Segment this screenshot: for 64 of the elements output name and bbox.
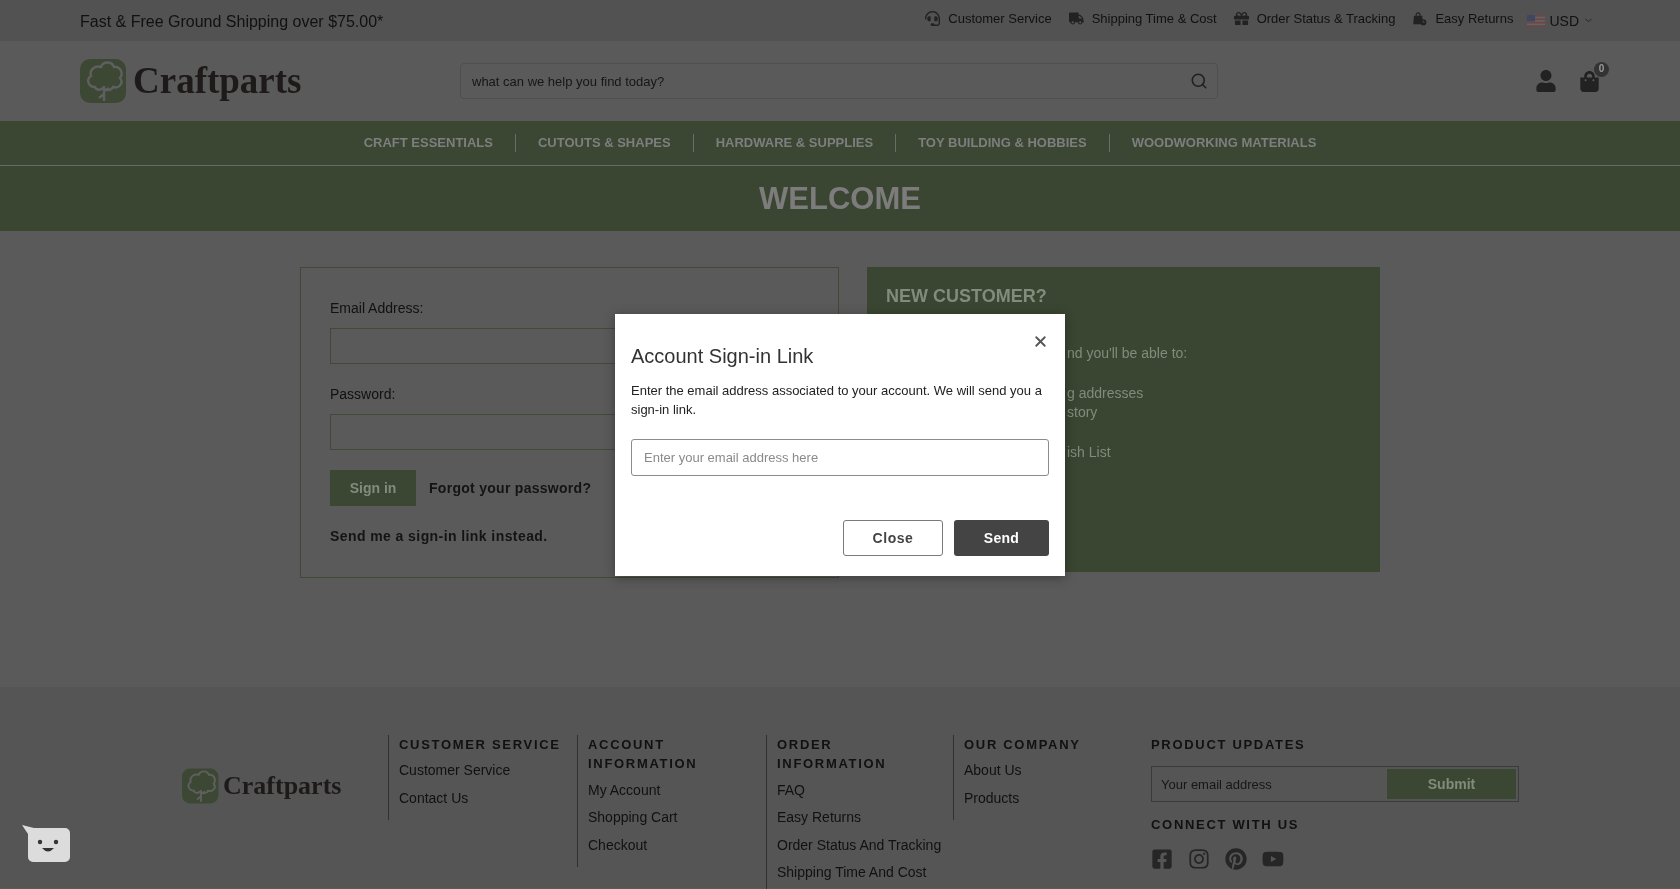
cart-count-badge: 0 bbox=[1594, 61, 1609, 77]
search-input[interactable]: what can we help you find today? bbox=[460, 63, 1218, 99]
field-label: Password: bbox=[330, 385, 396, 404]
logo-text[interactable]: Craftparts bbox=[133, 59, 302, 103]
promo-text: Fast & Free Ground Shipping over $75.00* bbox=[80, 11, 384, 32]
sign-in-link[interactable]: Send me a sign-in link instead. bbox=[330, 526, 548, 546]
top-link[interactable]: Easy Returns bbox=[1412, 10, 1514, 27]
top-link[interactable]: Customer Service bbox=[925, 10, 1052, 27]
footer-heading: OUR COMPANY bbox=[964, 736, 1082, 754]
tree-logo-icon bbox=[182, 767, 220, 805]
dialog-button[interactable]: Send bbox=[954, 520, 1049, 556]
dialog-text: Enter the email address associated to your account. We will send you a sign-in link. bbox=[631, 382, 1043, 419]
footer-heading: ORDER INFORMATION bbox=[777, 736, 888, 774]
footer-heading: PRODUCT UPDATES bbox=[1151, 736, 1306, 754]
nav-link[interactable]: HARDWARE & SUPPLIES bbox=[693, 135, 896, 151]
facebook-icon[interactable] bbox=[1151, 847, 1173, 870]
currency-selector[interactable]: USD bbox=[1527, 12, 1594, 29]
panel-text: g addresses bbox=[1067, 383, 1144, 403]
sign-in-button[interactable]: Sign in bbox=[330, 470, 416, 506]
panel-text: story bbox=[1067, 403, 1098, 422]
tree-logo-icon bbox=[80, 57, 128, 105]
footer-heading: ACCOUNT INFORMATION bbox=[588, 736, 699, 774]
dialog-title: Account Sign-in Link bbox=[631, 344, 814, 368]
flag-icon bbox=[1527, 14, 1546, 27]
top-link[interactable]: Shipping Time & Cost bbox=[1068, 10, 1217, 27]
forgot-password-link[interactable]: Forgot your password? bbox=[429, 477, 592, 499]
truck-icon bbox=[1068, 11, 1084, 26]
shopping-bag-icon[interactable] bbox=[1579, 70, 1600, 92]
nav-link[interactable]: TOY BUILDING & HOBBIES bbox=[896, 135, 1109, 151]
bag-icon bbox=[1412, 11, 1428, 26]
nav-link[interactable]: CRAFT ESSENTIALS bbox=[341, 135, 515, 151]
logo-text[interactable]: Craftparts bbox=[223, 770, 342, 802]
panel-text: ish List bbox=[1067, 442, 1111, 462]
footer-link[interactable]: About Us bbox=[964, 757, 1022, 785]
footer-link[interactable]: Products bbox=[964, 784, 1020, 813]
user-icon[interactable] bbox=[1535, 70, 1557, 92]
pinterest-icon[interactable] bbox=[1225, 847, 1247, 870]
panel-text: nd you'll be able to: bbox=[1067, 344, 1188, 363]
headset-icon bbox=[925, 11, 941, 26]
footer-link[interactable]: Shipping Time And Cost bbox=[777, 859, 927, 887]
top-link[interactable]: Order Status & Tracking bbox=[1233, 10, 1396, 27]
submit-button[interactable]: Submit bbox=[1387, 769, 1516, 800]
chat-bubble-icon[interactable] bbox=[22, 824, 70, 862]
footer-link[interactable]: FAQ bbox=[777, 776, 805, 805]
search-icon[interactable] bbox=[1190, 72, 1208, 90]
footer-link[interactable]: My Account bbox=[588, 776, 661, 805]
instagram-icon[interactable] bbox=[1188, 847, 1210, 870]
nav-link[interactable]: CUTOUTS & SHAPES bbox=[516, 135, 693, 151]
dialog-button[interactable]: Close bbox=[843, 520, 943, 556]
close-icon[interactable] bbox=[1032, 333, 1049, 350]
footer-link[interactable]: Easy Returns bbox=[777, 804, 862, 832]
page-title: WELCOME bbox=[759, 180, 921, 217]
footer-link[interactable]: Customer Service bbox=[399, 757, 511, 785]
footer-link[interactable]: Checkout bbox=[588, 831, 648, 860]
panel-title: NEW CUSTOMER? bbox=[886, 285, 1047, 307]
email-input[interactable]: Enter your email address here bbox=[631, 439, 1049, 476]
nav-link[interactable]: WOODWORKING MATERIALS bbox=[1109, 135, 1339, 151]
footer-link[interactable]: Shopping Cart bbox=[588, 804, 678, 832]
footer-link[interactable]: Order Status And Tracking bbox=[777, 831, 942, 860]
field-label: Email Address: bbox=[330, 299, 424, 318]
gift-icon bbox=[1233, 11, 1249, 26]
footer-heading: CUSTOMER SERVICE bbox=[399, 736, 562, 754]
footer-heading: CONNECT WITH US bbox=[1151, 816, 1300, 835]
footer-link[interactable]: Contact Us bbox=[399, 784, 469, 813]
